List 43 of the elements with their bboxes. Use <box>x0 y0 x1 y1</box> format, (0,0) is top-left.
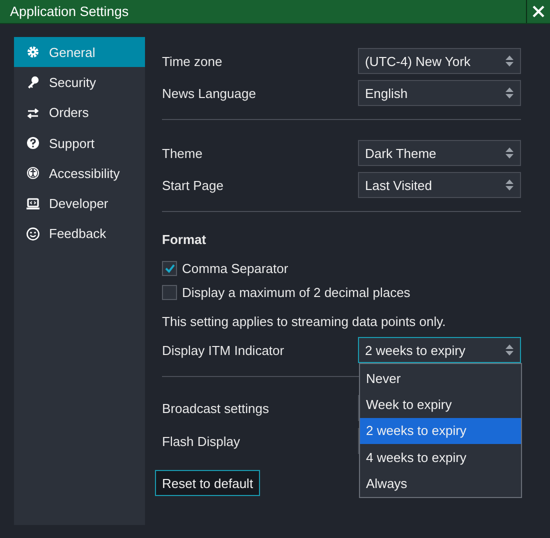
section-heading: Format <box>162 232 208 247</box>
sidebar-item[interactable]: Orders <box>14 98 145 128</box>
question-icon <box>26 136 40 150</box>
select-field[interactable]: Dark Theme <box>358 140 521 166</box>
checkbox[interactable] <box>162 285 177 300</box>
updown-icon <box>505 55 514 67</box>
reset-button[interactable]: Reset to default <box>155 470 260 496</box>
updown-icon <box>505 344 514 356</box>
setting-label: Start Page <box>162 178 224 192</box>
sidebar-item[interactable]: Developer <box>14 188 145 219</box>
sidebar-item[interactable]: Accessibility <box>14 158 145 188</box>
sidebar-item[interactable]: Support <box>14 128 145 158</box>
select-field[interactable]: (UTC-4) New York <box>358 48 521 74</box>
dropdown-option[interactable]: 2 weeks to expiry <box>360 418 521 444</box>
setting-label: Time zone <box>162 54 222 68</box>
checkbox-label: Comma Separator <box>182 261 288 276</box>
dropdown-option[interactable]: Week to expiry <box>360 391 521 418</box>
laptop-icon <box>26 196 40 211</box>
setting-label: Broadcast settings <box>162 400 269 416</box>
setting-label: News Language <box>162 86 256 100</box>
smiley-icon <box>26 226 40 241</box>
select-field[interactable]: Last Visited <box>358 172 521 198</box>
updown-icon <box>505 87 514 99</box>
dropdown-option[interactable]: 4 weeks to expiry <box>360 444 521 470</box>
key-icon <box>26 75 40 90</box>
setting-label: Flash Display <box>162 434 240 448</box>
window-title: Application Settings <box>9 4 129 19</box>
dropdown-option[interactable]: Never <box>360 365 521 392</box>
dropdown-option[interactable]: Always <box>360 470 521 496</box>
checkbox-label: Display a maximum of 2 decimal places <box>182 285 410 300</box>
sidebar-item[interactable]: Feedback <box>14 218 145 250</box>
checkbox[interactable] <box>162 261 177 276</box>
arrows-icon <box>26 106 40 120</box>
note-text: This setting applies to streaming data points only. <box>162 314 447 329</box>
select-field[interactable]: English <box>358 80 521 106</box>
setting-label: Theme <box>162 146 202 160</box>
updown-icon <box>505 179 514 191</box>
updown-icon <box>505 147 514 159</box>
accessibility-icon <box>26 166 40 180</box>
gear-icon <box>26 45 40 60</box>
setting-label: Display ITM Indicator <box>162 342 284 358</box>
sidebar-item[interactable]: General <box>14 37 145 68</box>
sidebar-item[interactable]: Security <box>14 67 145 98</box>
